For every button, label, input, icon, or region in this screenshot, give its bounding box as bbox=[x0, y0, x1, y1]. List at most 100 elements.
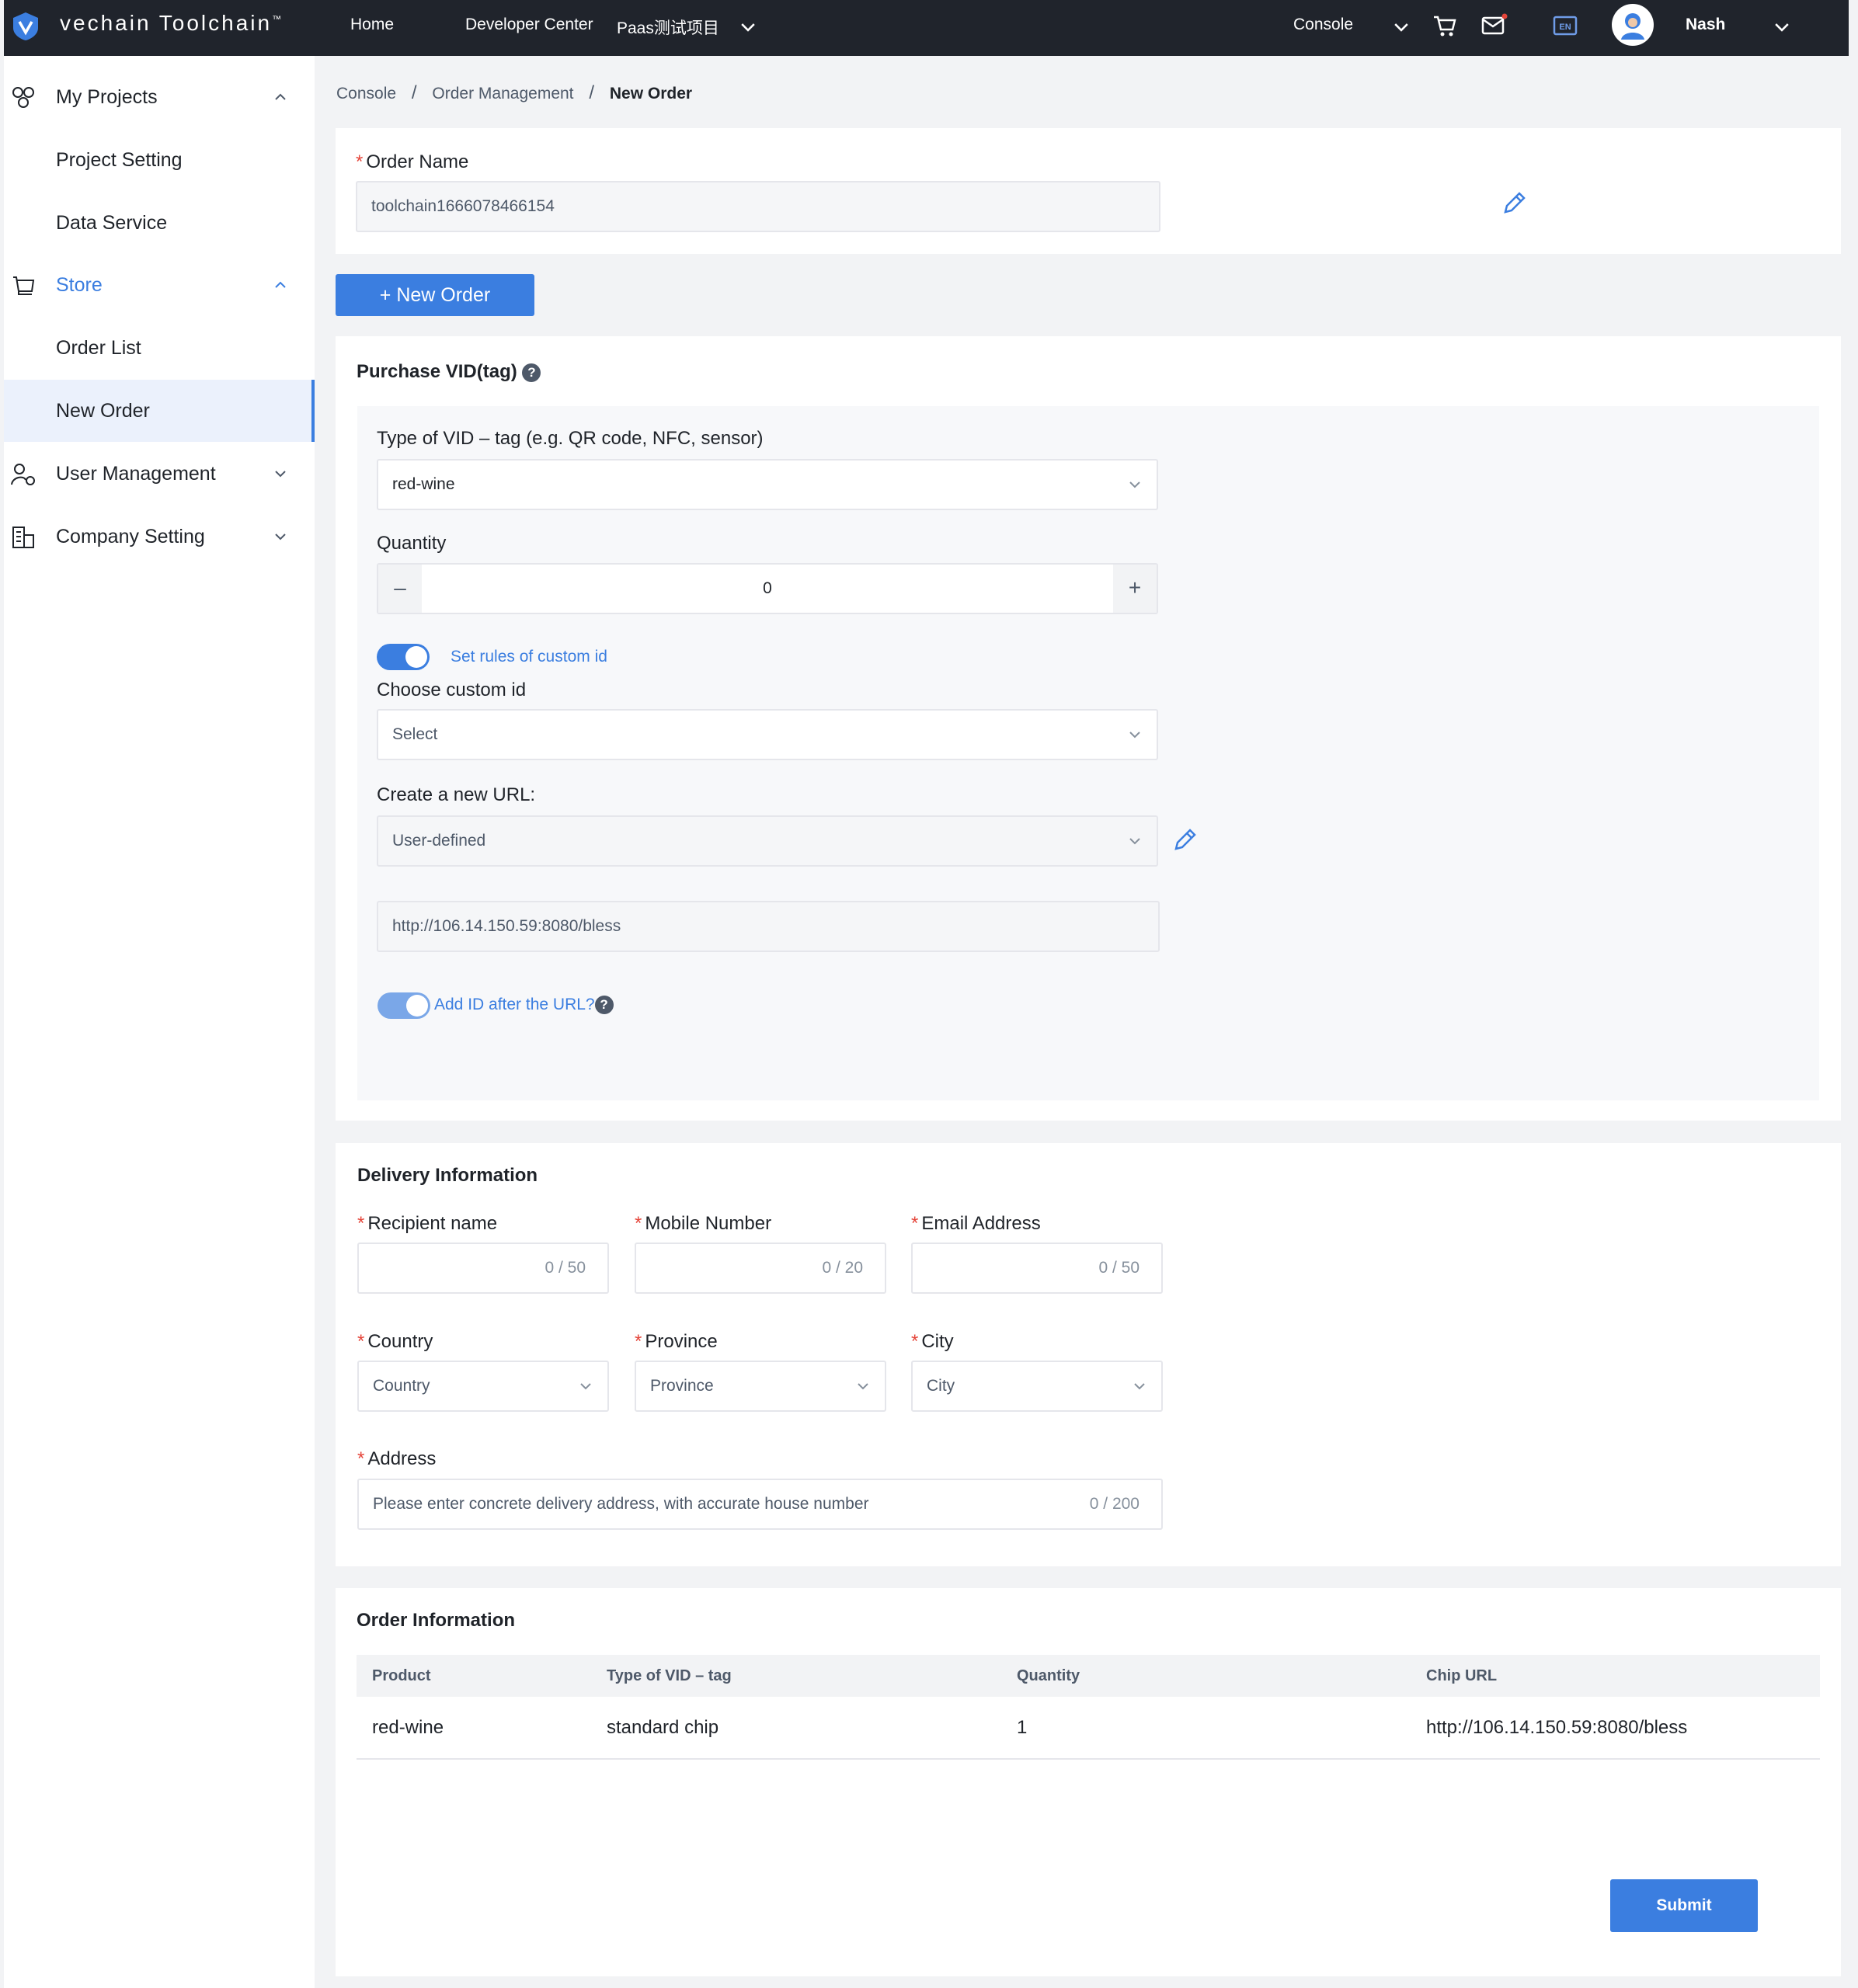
sidebar-item-new-order[interactable]: New Order bbox=[4, 380, 315, 442]
new-order-button[interactable]: + New Order bbox=[336, 274, 534, 316]
cart-icon[interactable] bbox=[1430, 11, 1460, 40]
breadcrumb: Console / Order Management / New Order bbox=[336, 82, 703, 104]
breadcrumb-order-management[interactable]: Order Management bbox=[432, 85, 573, 103]
user-name[interactable]: Nash bbox=[1686, 16, 1725, 34]
sidebar-item-data-service[interactable]: Data Service bbox=[4, 192, 315, 254]
delivery-card: Delivery Information * Recipient name 0 /… bbox=[336, 1143, 1841, 1566]
address-input[interactable]: Please enter concrete delivery address, … bbox=[357, 1479, 1163, 1530]
svg-text:EN: EN bbox=[1559, 23, 1571, 32]
delivery-title: Delivery Information bbox=[357, 1165, 538, 1186]
country-label: * Country bbox=[357, 1331, 433, 1352]
chevron-up-icon bbox=[275, 281, 286, 288]
table-cell: standard chip bbox=[591, 1697, 1001, 1760]
breadcrumb-separator: / bbox=[589, 82, 595, 103]
purchase-inner-panel: Type of VID – tag (e.g. QR code, NFC, se… bbox=[357, 406, 1819, 1100]
submit-button[interactable]: Submit bbox=[1610, 1879, 1758, 1932]
sidebar-item-label: My Projects bbox=[56, 86, 158, 108]
chevron-down-icon bbox=[1129, 481, 1140, 488]
order-info-table: Product Type of VID – tag Quantity Chip … bbox=[357, 1655, 1820, 1760]
country-select[interactable]: Country bbox=[357, 1361, 609, 1412]
chevron-down-icon bbox=[275, 471, 286, 478]
email-label: * Email Address bbox=[911, 1213, 1041, 1234]
table-cell: http://106.14.150.59:8080/bless bbox=[1411, 1697, 1820, 1760]
chevron-down-icon bbox=[1129, 838, 1140, 845]
store-icon bbox=[13, 276, 35, 295]
column-header: Chip URL bbox=[1411, 1655, 1820, 1697]
purchase-vid-card: Purchase VID(tag) ? Type of VID – tag (e… bbox=[336, 336, 1841, 1121]
recipient-label: * Recipient name bbox=[357, 1213, 498, 1234]
nav-home[interactable]: Home bbox=[350, 16, 394, 34]
mobile-label: * Mobile Number bbox=[635, 1213, 772, 1234]
city-label: * City bbox=[911, 1331, 954, 1352]
address-label: * Address bbox=[357, 1448, 437, 1469]
sidebar-item-project-setting[interactable]: Project Setting bbox=[4, 129, 315, 191]
vid-type-select[interactable]: red-wine bbox=[377, 459, 1158, 510]
breadcrumb-separator: / bbox=[411, 82, 417, 103]
sidebar-item-label: Data Service bbox=[56, 212, 168, 234]
custom-id-select[interactable]: Select bbox=[377, 709, 1158, 760]
table-cell: 1 bbox=[1001, 1697, 1411, 1760]
recipient-name-input[interactable]: 0 / 50 bbox=[357, 1242, 609, 1294]
sidebar-item-my-projects[interactable]: My Projects bbox=[4, 66, 315, 128]
sidebar-item-label: Project Setting bbox=[56, 149, 183, 171]
edit-pencil-icon[interactable] bbox=[1501, 190, 1527, 217]
brand-name[interactable]: vechain Toolchain™ bbox=[60, 11, 284, 36]
nav-developer-center[interactable]: Developer Center bbox=[465, 16, 593, 34]
choose-custom-id-label: Choose custom id bbox=[377, 679, 527, 700]
mail-icon[interactable] bbox=[1479, 11, 1508, 40]
language-icon[interactable]: EN bbox=[1550, 11, 1580, 40]
nav-project-selector[interactable]: Paas测试项目 bbox=[617, 16, 719, 39]
quantity-stepper: – 0 + bbox=[377, 563, 1158, 614]
custom-id-toggle[interactable] bbox=[377, 644, 430, 670]
quantity-increment-button[interactable]: + bbox=[1113, 565, 1157, 613]
order-name-label: * Order Name bbox=[356, 151, 469, 172]
column-header: Type of VID – tag bbox=[591, 1655, 1001, 1697]
chevron-down-icon[interactable] bbox=[738, 17, 758, 37]
chevron-down-icon bbox=[275, 533, 286, 540]
help-icon[interactable]: ? bbox=[594, 996, 614, 1015]
province-select[interactable]: Province bbox=[635, 1361, 886, 1412]
sidebar-item-label: Company Setting bbox=[56, 526, 205, 547]
column-header: Product bbox=[357, 1655, 591, 1697]
help-icon[interactable]: ? bbox=[522, 363, 541, 382]
chevron-down-icon bbox=[1134, 1383, 1145, 1390]
mobile-number-input[interactable]: 0 / 20 bbox=[635, 1242, 886, 1294]
vid-type-label: Type of VID – tag (e.g. QR code, NFC, se… bbox=[377, 428, 764, 449]
company-icon bbox=[12, 527, 34, 548]
url-field[interactable]: http://106.14.150.59:8080/bless bbox=[377, 901, 1160, 952]
sidebar-item-company-setting[interactable]: Company Setting bbox=[4, 506, 315, 568]
add-id-toggle-label: Add ID after the URL?? bbox=[434, 996, 614, 1015]
chevron-down-icon bbox=[1129, 732, 1140, 739]
quantity-decrement-button[interactable]: – bbox=[378, 565, 422, 613]
create-url-select[interactable]: User-defined bbox=[377, 815, 1158, 867]
order-info-title: Order Information bbox=[357, 1610, 516, 1631]
breadcrumb-current: New Order bbox=[609, 85, 693, 103]
breadcrumb-console[interactable]: Console bbox=[336, 85, 396, 103]
chevron-down-icon bbox=[858, 1383, 868, 1390]
sidebar-item-label: Order List bbox=[56, 337, 141, 359]
province-label: * Province bbox=[635, 1331, 718, 1352]
order-name-field[interactable]: toolchain1666078466154 bbox=[356, 181, 1160, 232]
sidebar-item-user-management[interactable]: User Management bbox=[4, 443, 315, 505]
table-cell: red-wine bbox=[357, 1697, 591, 1760]
city-select[interactable]: City bbox=[911, 1361, 1163, 1412]
sidebar-item-label: User Management bbox=[56, 463, 216, 485]
projects-icon bbox=[12, 87, 34, 108]
chevron-up-icon bbox=[275, 93, 286, 100]
add-id-toggle[interactable] bbox=[378, 992, 430, 1019]
sidebar-item-order-list[interactable]: Order List bbox=[4, 317, 315, 379]
quantity-input[interactable]: 0 bbox=[422, 565, 1113, 613]
sidebar-item-store[interactable]: Store bbox=[4, 254, 315, 316]
email-input[interactable]: 0 / 50 bbox=[911, 1242, 1163, 1294]
nav-console[interactable]: Console bbox=[1293, 16, 1353, 34]
table-header-row: Product Type of VID – tag Quantity Chip … bbox=[357, 1655, 1820, 1697]
user-avatar[interactable] bbox=[1612, 4, 1654, 46]
sidebar: My Projects Project Setting Data Service… bbox=[4, 56, 315, 1988]
top-navigation-bar: vechain Toolchain™ Home Developer Center… bbox=[4, 0, 1849, 56]
vechain-logo-icon[interactable] bbox=[10, 11, 41, 42]
chevron-down-icon[interactable] bbox=[1772, 17, 1792, 37]
chevron-down-icon bbox=[580, 1383, 591, 1390]
edit-pencil-icon[interactable] bbox=[1171, 827, 1198, 853]
chevron-down-icon[interactable] bbox=[1391, 17, 1411, 37]
create-url-label: Create a new URL: bbox=[377, 784, 536, 805]
